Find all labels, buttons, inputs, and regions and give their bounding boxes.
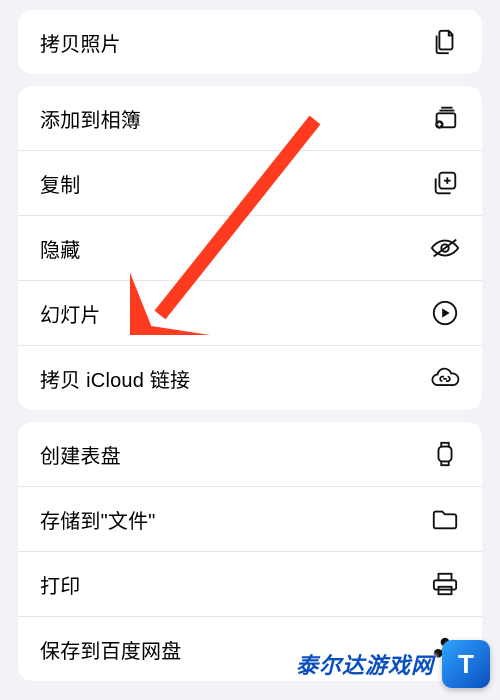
label-hide: 隐藏 — [40, 234, 80, 263]
group-1: 添加到相簿 复制 隐藏 幻灯片 拷贝 iCloud 链接 — [18, 86, 482, 410]
album-add-icon — [430, 103, 460, 133]
row-copy-icloud-link[interactable]: 拷贝 iCloud 链接 — [18, 345, 482, 410]
label-duplicate: 复制 — [40, 169, 80, 198]
printer-icon — [430, 569, 460, 599]
share-sheet: 拷贝照片 添加到相簿 复制 隐藏 幻灯片 — [0, 0, 500, 700]
row-print[interactable]: 打印 — [18, 551, 482, 616]
group-0: 拷贝照片 — [18, 10, 482, 74]
label-copy-photo: 拷贝照片 — [40, 28, 121, 57]
row-duplicate[interactable]: 复制 — [18, 150, 482, 215]
row-copy-photo[interactable]: 拷贝照片 — [18, 10, 482, 74]
row-create-watch-face[interactable]: 创建表盘 — [18, 422, 482, 486]
label-slideshow: 幻灯片 — [40, 299, 101, 328]
eye-slash-icon — [430, 233, 460, 263]
label-save-to-baidu: 保存到百度网盘 — [40, 635, 181, 664]
label-save-to-files: 存储到"文件" — [40, 505, 156, 534]
label-copy-icloud-link: 拷贝 iCloud 链接 — [40, 364, 190, 393]
icloud-link-icon — [430, 363, 460, 393]
label-print: 打印 — [40, 570, 80, 599]
watch-icon — [430, 439, 460, 469]
watermark-logo-icon: T — [442, 640, 490, 688]
watermark: 泰尔达游戏网 T — [296, 640, 500, 688]
row-slideshow[interactable]: 幻灯片 — [18, 280, 482, 345]
plus-square-on-square-icon — [430, 168, 460, 198]
label-add-to-album: 添加到相簿 — [40, 104, 141, 133]
watermark-text: 泰尔达游戏网 — [296, 648, 434, 680]
row-save-to-files[interactable]: 存储到"文件" — [18, 486, 482, 551]
row-hide[interactable]: 隐藏 — [18, 215, 482, 280]
doc-on-doc-icon — [430, 27, 460, 57]
folder-icon — [430, 504, 460, 534]
row-add-to-album[interactable]: 添加到相簿 — [18, 86, 482, 150]
label-create-watch-face: 创建表盘 — [40, 440, 121, 469]
edit-actions-link[interactable]: 编辑操作... — [18, 693, 482, 700]
play-circle-icon — [430, 298, 460, 328]
